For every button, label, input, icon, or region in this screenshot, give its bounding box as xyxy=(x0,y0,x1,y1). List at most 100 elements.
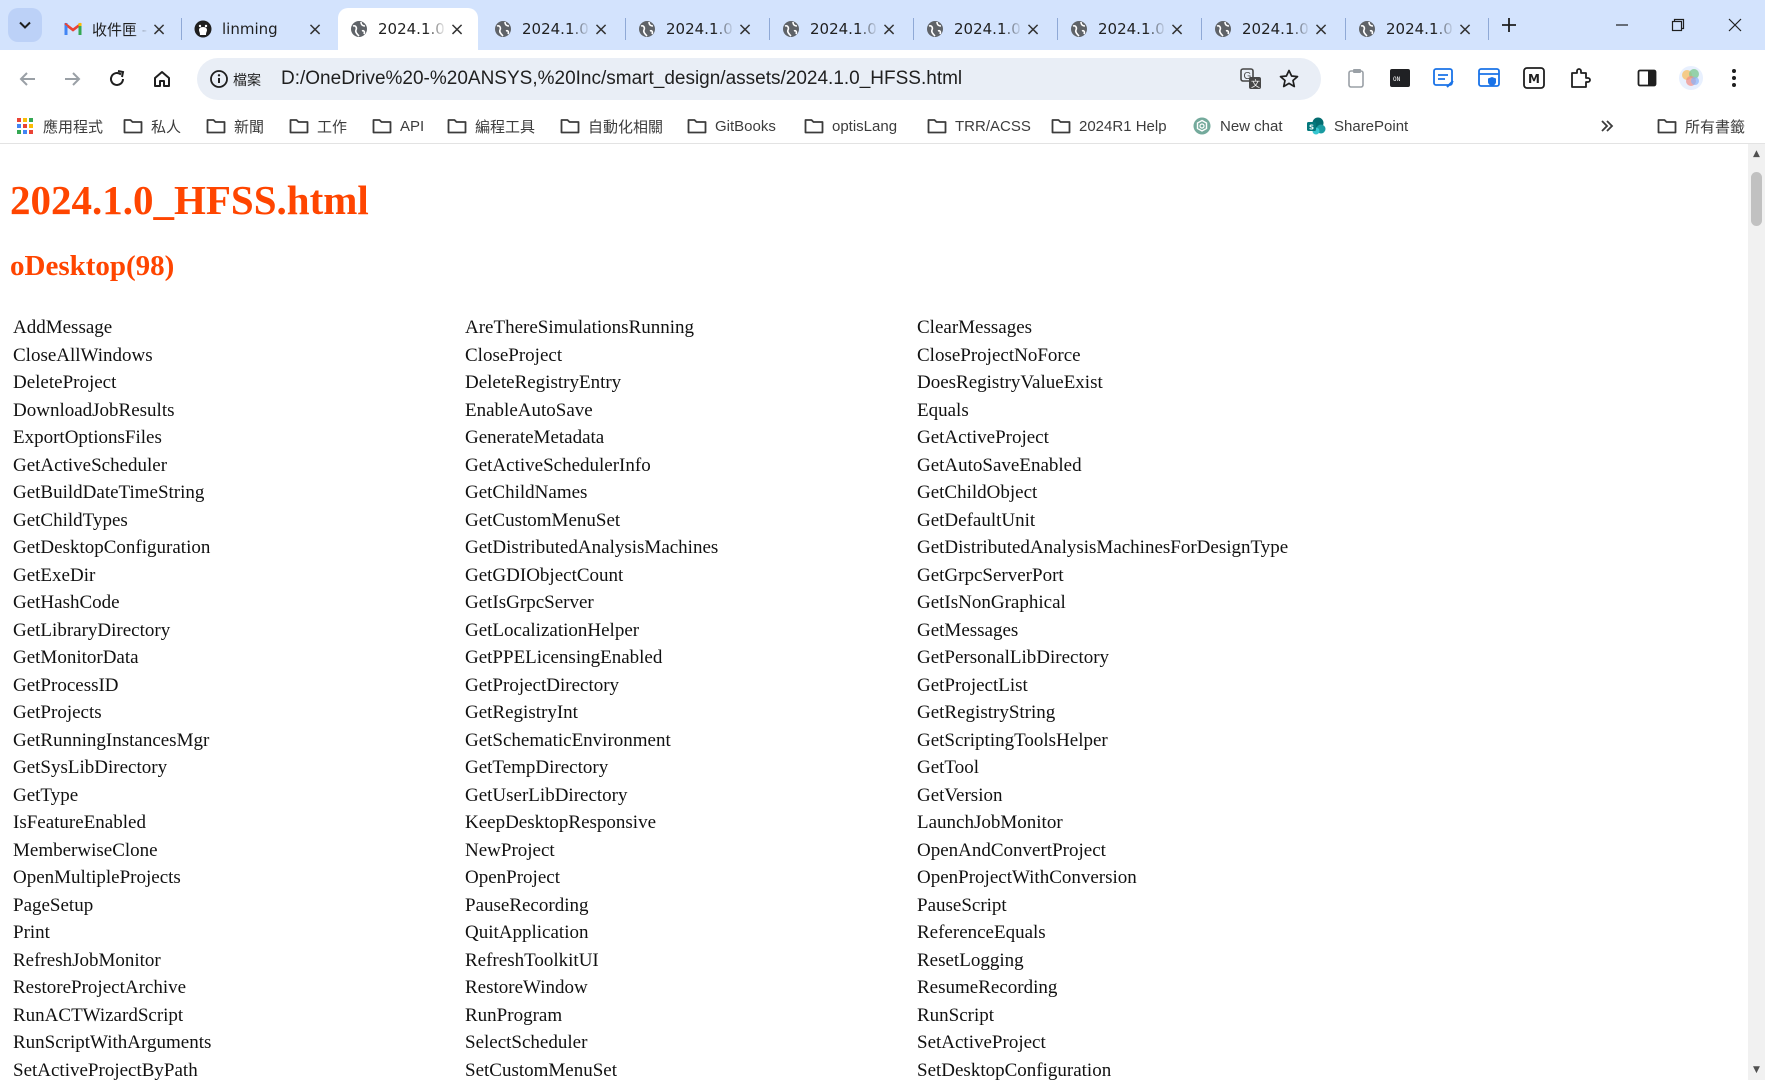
star-icon[interactable] xyxy=(1277,67,1301,91)
tab-github[interactable]: linming × xyxy=(182,8,336,50)
translate-icon[interactable]: G文 xyxy=(1239,67,1263,91)
method-item: Print xyxy=(13,922,50,943)
close-icon[interactable]: × xyxy=(1022,18,1044,40)
bookmark-folder[interactable]: TRR/ACSS xyxy=(927,115,1031,137)
tab-page[interactable]: 2024.1.0 × xyxy=(626,8,766,50)
tab-page[interactable]: 2024.1.0 × xyxy=(1346,8,1486,50)
bookmark-folder[interactable]: API xyxy=(372,115,424,137)
menu-kebab-icon[interactable] xyxy=(1721,65,1747,91)
method-item: GetPPELicensingEnabled xyxy=(465,647,663,668)
tab-page[interactable]: 2024.1.0 × xyxy=(770,8,910,50)
close-icon xyxy=(1728,18,1742,32)
reload-button[interactable] xyxy=(100,62,134,96)
close-icon[interactable]: × xyxy=(878,18,900,40)
method-item: DownloadJobResults xyxy=(13,399,175,421)
home-icon xyxy=(154,71,170,87)
tab-page[interactable]: 2024.1.0 × xyxy=(1202,8,1342,50)
scroll-down-arrow-icon[interactable]: ▼ xyxy=(1748,1064,1765,1076)
restore-button[interactable] xyxy=(1650,0,1706,50)
close-icon[interactable]: × xyxy=(734,18,756,40)
bookmark-apps[interactable]: 應用程式 xyxy=(15,115,103,137)
bookmark-folder[interactable]: 私人 xyxy=(123,115,181,137)
all-bookmarks-folder[interactable]: 所有書籤 xyxy=(1657,115,1745,137)
extensions-puzzle-icon[interactable] xyxy=(1567,65,1593,91)
method-item: GetDistributedAnalysisMachinesForDesignT… xyxy=(917,537,1289,558)
forward-button[interactable] xyxy=(55,62,89,96)
tab-title: 2024.1.0 xyxy=(1098,20,1165,38)
close-icon[interactable]: × xyxy=(446,18,468,40)
minimize-icon xyxy=(1616,24,1628,26)
tab-page[interactable]: 2024.1.0 × xyxy=(1058,8,1198,50)
address-bar[interactable]: 檔案 D:/OneDrive%20-%20ANSYS,%20Inc/smart_… xyxy=(197,58,1321,100)
tab-title: linming xyxy=(222,20,278,38)
method-item: SetActiveProject xyxy=(917,1032,1046,1053)
scroll-up-arrow-icon[interactable]: ▲ xyxy=(1748,148,1765,160)
tab-page[interactable]: 2024.1.0 × xyxy=(482,8,622,50)
close-icon[interactable]: × xyxy=(1454,18,1476,40)
tab-strip: 收件匣 - × linming × 2024.1.0 × 2024.1.0 × … xyxy=(0,0,1765,50)
extension-shield-icon[interactable] xyxy=(1476,65,1502,91)
new-tab-button[interactable] xyxy=(1494,10,1524,40)
method-item: Equals xyxy=(917,399,969,421)
info-icon[interactable] xyxy=(209,69,229,89)
bookmark-folder[interactable]: 2024R1 Help xyxy=(1051,115,1167,137)
bookmark-folder[interactable]: 新聞 xyxy=(206,115,264,137)
tab-active[interactable]: 2024.1.0 × xyxy=(338,8,478,50)
back-button[interactable] xyxy=(11,62,45,96)
close-icon[interactable]: × xyxy=(1310,18,1332,40)
bookmark-folder[interactable]: 編程工具 xyxy=(447,115,535,137)
extension-clipboard-icon[interactable] xyxy=(1344,65,1370,91)
section-title: oDesktop(98) xyxy=(10,250,175,282)
tab-page[interactable]: 2024.1.0 × xyxy=(914,8,1054,50)
vertical-scrollbar[interactable]: ▲ ▼ xyxy=(1748,144,1765,1080)
bookmark-folder[interactable]: 工作 xyxy=(289,115,347,137)
home-button[interactable] xyxy=(145,62,179,96)
tab-gmail[interactable]: 收件匣 - × xyxy=(52,8,180,50)
close-icon[interactable]: × xyxy=(148,18,170,40)
arrow-right-icon xyxy=(65,72,81,86)
folder-icon xyxy=(1051,117,1071,135)
method-item: GetCustomMenuSet xyxy=(465,509,621,531)
scroll-thumb[interactable] xyxy=(1751,172,1762,226)
method-item: MemberwiseClone xyxy=(13,839,158,861)
method-item: RunScript xyxy=(917,1004,995,1026)
bookmark-folder[interactable]: optisLang xyxy=(804,115,897,137)
bookmarks-overflow-button[interactable] xyxy=(1597,115,1625,137)
method-item: GetProjectDirectory xyxy=(465,674,620,696)
close-icon[interactable]: × xyxy=(304,18,326,40)
bookmark-sharepoint[interactable]: S SharePoint xyxy=(1306,115,1408,137)
tab-search-button[interactable] xyxy=(8,8,42,42)
method-item: CloseProjectNoForce xyxy=(917,344,1081,366)
extension-medium-icon[interactable]: M xyxy=(1521,65,1547,91)
close-icon[interactable]: × xyxy=(590,18,612,40)
method-item: GetSchematicEnvironment xyxy=(465,729,671,751)
folder-icon xyxy=(1657,117,1677,135)
method-item: OpenAndConvertProject xyxy=(917,839,1106,861)
extension-edit-icon[interactable] xyxy=(1431,65,1457,91)
folder-icon xyxy=(560,117,580,135)
method-item: GetPersonalLibDirectory xyxy=(917,647,1110,668)
profile-avatar-icon[interactable] xyxy=(1678,65,1704,91)
side-panel-icon[interactable] xyxy=(1634,65,1660,91)
close-icon[interactable]: × xyxy=(1166,18,1188,40)
method-item: RestoreWindow xyxy=(465,977,588,998)
method-item: DoesRegistryValueExist xyxy=(917,372,1103,393)
bookmark-folder[interactable]: GitBooks xyxy=(687,115,776,137)
method-item: GetScriptingToolsHelper xyxy=(917,729,1108,751)
bookmark-folder[interactable]: 自動化相關 xyxy=(560,115,663,137)
close-window-button[interactable] xyxy=(1707,0,1763,50)
globe-icon xyxy=(638,20,656,38)
method-item: GetProjectList xyxy=(917,674,1028,696)
method-item: NewProject xyxy=(465,839,555,861)
url-text[interactable]: D:/OneDrive%20-%20ANSYS,%20Inc/smart_des… xyxy=(281,68,962,90)
minimize-button[interactable] xyxy=(1594,0,1650,50)
svg-text:ON: ON xyxy=(1393,76,1401,83)
bookmark-label: 所有書籤 xyxy=(1685,118,1746,136)
method-item: SetActiveProjectByPath xyxy=(13,1059,198,1080)
method-item: GetDesktopConfiguration xyxy=(13,537,211,558)
method-item: ExportOptionsFiles xyxy=(13,427,162,448)
extension-terminal-icon[interactable]: ON xyxy=(1387,65,1413,91)
method-item: GetMessages xyxy=(917,619,1019,641)
bookmark-new-chat[interactable]: New chat xyxy=(1192,115,1283,137)
bookmark-label: API xyxy=(400,117,425,135)
